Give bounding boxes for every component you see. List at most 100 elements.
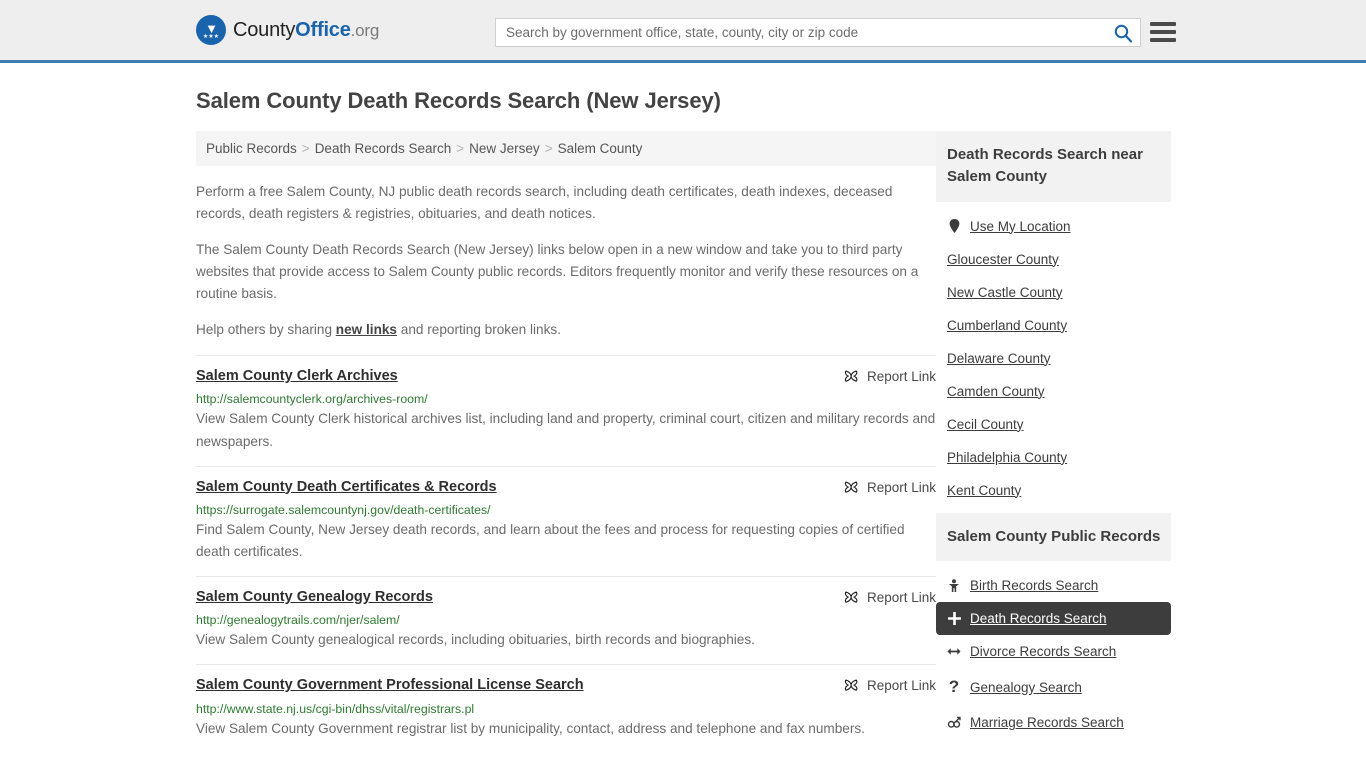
intro-paragraph-1: Perform a free Salem County, NJ public d… <box>196 184 893 222</box>
brand-wordmark: CountyOffice.org <box>233 19 379 42</box>
result-header: Salem County Clerk Archives Report Link <box>196 368 936 385</box>
broken-link-icon <box>844 591 858 603</box>
sidebar-item-use-my-location[interactable]: Use My Location <box>936 210 1171 243</box>
site-header: ▼ ★★★ CountyOffice.org <box>0 0 1366 63</box>
menu-bar-3 <box>1150 38 1176 42</box>
eagle-logo-icon: ▼ ★★★ <box>196 15 226 45</box>
sidebar-item-cecil-county[interactable]: Cecil County <box>936 408 1171 441</box>
sidebar-item-label: Use My Location <box>970 218 1071 234</box>
sidebar-item-label: Kent County <box>947 482 1022 498</box>
result-description: View Salem County genealogical records, … <box>196 632 755 648</box>
breadcrumb-separator: > <box>301 141 310 156</box>
sidebar-item-label: Divorce Records Search <box>970 644 1117 660</box>
sidebar-item-new-castle-county[interactable]: New Castle County <box>936 276 1171 309</box>
sidebar-item-label: Philadelphia County <box>947 449 1068 465</box>
menu-bar-2 <box>1150 30 1176 34</box>
sidebar-item-marriage-records-search[interactable]: Marriage Records Search <box>936 706 1171 739</box>
result-item: Salem County Death Certificates & Record… <box>196 465 936 576</box>
sidebar-item-kent-county[interactable]: Kent County <box>936 474 1171 507</box>
sidebar-item-birth-records-search[interactable]: Birth Records Search <box>936 569 1171 602</box>
sidebar-public-records-section: Salem County Public Records Birth Record… <box>936 512 1171 740</box>
search-icon <box>1114 24 1133 42</box>
result-header: Salem County Death Certificates & Record… <box>196 479 936 496</box>
hamburger-menu-icon[interactable] <box>1150 19 1176 45</box>
search-bar <box>495 18 1141 47</box>
result-item: Salem County Clerk Archives Report Link … <box>196 355 936 465</box>
content-row: Public Records > Death Records Search > … <box>196 131 1171 753</box>
report-link-label: Report Link <box>866 678 936 694</box>
result-url: http://www.state.nj.us/cgi-bin/dhss/vita… <box>196 701 475 716</box>
report-link-label: Report Link <box>866 369 936 385</box>
result-description: View Salem County Government registrar l… <box>196 720 865 736</box>
sidebar-item-label: Cecil County <box>947 416 1024 432</box>
breadcrumb-item-0[interactable]: Public Records <box>206 141 297 156</box>
result-url: http://genealogytrails.com/njer/salem/ <box>196 613 400 628</box>
intro-paragraph-3: Help others by sharing new links and rep… <box>196 319 936 341</box>
intro-p3-after: and reporting broken links. <box>397 322 561 338</box>
sidebar-item-label: Delaware County <box>947 350 1051 366</box>
breadcrumb-item-1[interactable]: Death Records Search <box>315 141 452 156</box>
sidebar-item-camden-county[interactable]: Camden County <box>936 375 1171 408</box>
broken-link-icon <box>844 370 858 382</box>
sidebar-item-label: Gloucester County <box>947 251 1059 267</box>
results-list: Salem County Clerk Archives Report Link … <box>196 355 936 753</box>
sidebar-public-records-title: Salem County Public Records <box>936 512 1171 562</box>
sidebar: Death Records Search near Salem County U… <box>936 131 1171 745</box>
sidebar-item-death-records-search[interactable]: Death Records Search <box>936 602 1171 636</box>
result-title-link[interactable]: Salem County Genealogy Records <box>196 589 433 606</box>
sidebar-item-label: Cumberland County <box>947 317 1068 333</box>
result-url: http://salemcountyclerk.org/archives-roo… <box>196 392 428 407</box>
report-link-button[interactable]: Report Link <box>844 369 936 384</box>
sidebar-item-label: Marriage Records Search <box>970 715 1124 731</box>
report-link-button[interactable]: Report Link <box>844 480 936 495</box>
sidebar-public-records-list: Birth Records Search Death Records Searc… <box>936 561 1171 739</box>
report-link-button[interactable]: Report Link <box>844 678 936 693</box>
sidebar-item-cumberland-county[interactable]: Cumberland County <box>936 309 1171 342</box>
result-header: Salem County Government Professional Lic… <box>196 677 936 694</box>
cross-icon <box>947 612 961 626</box>
intro-p3-before: Help others by sharing <box>196 322 336 338</box>
sidebar-item-gloucester-county[interactable]: Gloucester County <box>936 243 1171 276</box>
broken-link-icon <box>844 481 858 493</box>
sidebar-item-label: New Castle County <box>947 284 1063 300</box>
result-item: Salem County Government Professional Lic… <box>196 664 936 752</box>
broken-link-icon <box>844 679 858 692</box>
sidebar-item-label: Death Records Search <box>970 611 1107 627</box>
page-title: Salem County Death Records Search (New J… <box>196 88 721 113</box>
intro-text: Perform a free Salem County, NJ public d… <box>196 181 936 341</box>
breadcrumb-item-2[interactable]: New Jersey <box>469 141 540 156</box>
search-input[interactable] <box>496 19 1106 46</box>
report-link-label: Report Link <box>866 479 936 495</box>
intro-paragraph-2: The Salem County Death Records Search (N… <box>196 242 919 302</box>
result-url: https://surrogate.salemcountynj.gov/deat… <box>196 502 491 517</box>
result-title-link[interactable]: Salem County Clerk Archives <box>196 368 398 385</box>
brand-part-org: .org <box>350 20 380 40</box>
sidebar-item-label: Birth Records Search <box>970 578 1099 594</box>
breadcrumb-separator: > <box>456 141 465 156</box>
brand-part-county: County <box>233 18 296 41</box>
main-column: Public Records > Death Records Search > … <box>196 131 936 753</box>
sidebar-item-philadelphia-county[interactable]: Philadelphia County <box>936 441 1171 474</box>
result-title-link[interactable]: Salem County Government Professional Lic… <box>196 677 584 694</box>
site-logo[interactable]: ▼ ★★★ CountyOffice.org <box>196 15 379 45</box>
report-link-button[interactable]: Report Link <box>844 590 936 605</box>
sidebar-item-delaware-county[interactable]: Delaware County <box>936 342 1171 375</box>
result-header: Salem County Genealogy Records Report Li… <box>196 589 936 606</box>
sidebar-nearby-section: Death Records Search near Salem County U… <box>936 131 1171 507</box>
breadcrumb-item-3[interactable]: Salem County <box>558 141 643 156</box>
sidebar-item-genealogy-search[interactable]: ? Genealogy Search <box>936 668 1171 706</box>
baby-icon <box>947 578 961 593</box>
result-item: Salem County Genealogy Records Report Li… <box>196 575 936 664</box>
sidebar-item-divorce-records-search[interactable]: Divorce Records Search <box>936 635 1171 668</box>
result-title-link[interactable]: Salem County Death Certificates & Record… <box>196 479 497 496</box>
menu-bar-1 <box>1150 22 1176 26</box>
sidebar-item-label: Camden County <box>947 383 1045 399</box>
sidebar-item-label: Genealogy Search <box>970 679 1082 695</box>
report-link-label: Report Link <box>866 589 936 605</box>
search-button[interactable] <box>1106 19 1140 46</box>
breadcrumb: Public Records > Death Records Search > … <box>196 131 936 166</box>
brand-part-office: Office <box>295 18 351 41</box>
new-links-link[interactable]: new links <box>336 322 397 337</box>
breadcrumb-separator: > <box>544 141 553 156</box>
question-mark-icon: ? <box>948 677 960 697</box>
